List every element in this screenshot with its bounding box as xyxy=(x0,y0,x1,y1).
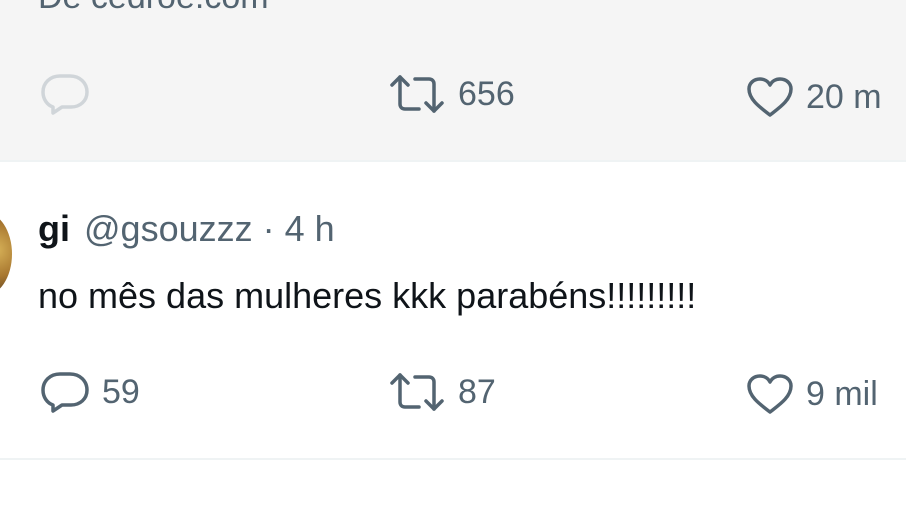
link-source-text[interactable]: De cedroe.com xyxy=(38,0,269,17)
like-count: 20 m xyxy=(806,77,882,116)
reply-icon xyxy=(41,372,89,413)
retweet-button[interactable]: 656 xyxy=(388,74,515,114)
previous-tweet-card[interactable]: De cedroe.com 656 20 m xyxy=(0,0,906,160)
like-button[interactable]: 9 mil xyxy=(746,373,878,415)
retweet-icon xyxy=(390,75,444,113)
tweet-text: no mês das mulheres kkk parabéns!!!!!!!!… xyxy=(38,275,697,316)
heart-icon xyxy=(747,77,793,117)
user-handle[interactable]: @gsouzzz xyxy=(84,208,253,250)
like-button[interactable]: 20 m xyxy=(746,76,882,118)
retweet-count: 87 xyxy=(458,372,496,411)
tweet-divider xyxy=(0,458,906,460)
avatar[interactable] xyxy=(0,212,12,296)
reply-icon xyxy=(41,74,89,115)
retweet-icon xyxy=(390,373,444,411)
tweet-header: gi @gsouzzz · 4 h xyxy=(38,208,335,250)
retweet-button[interactable]: 87 xyxy=(388,372,496,412)
retweet-count: 656 xyxy=(458,74,515,113)
reply-button[interactable]: 59 xyxy=(40,370,140,414)
tweet-divider xyxy=(0,160,906,162)
display-name[interactable]: gi xyxy=(38,208,70,250)
tweet-time[interactable]: 4 h xyxy=(285,208,335,250)
header-separator: · xyxy=(262,208,275,249)
reply-button[interactable] xyxy=(40,72,90,116)
reply-count: 59 xyxy=(102,372,140,411)
heart-icon xyxy=(747,374,793,414)
like-count: 9 mil xyxy=(806,374,878,413)
